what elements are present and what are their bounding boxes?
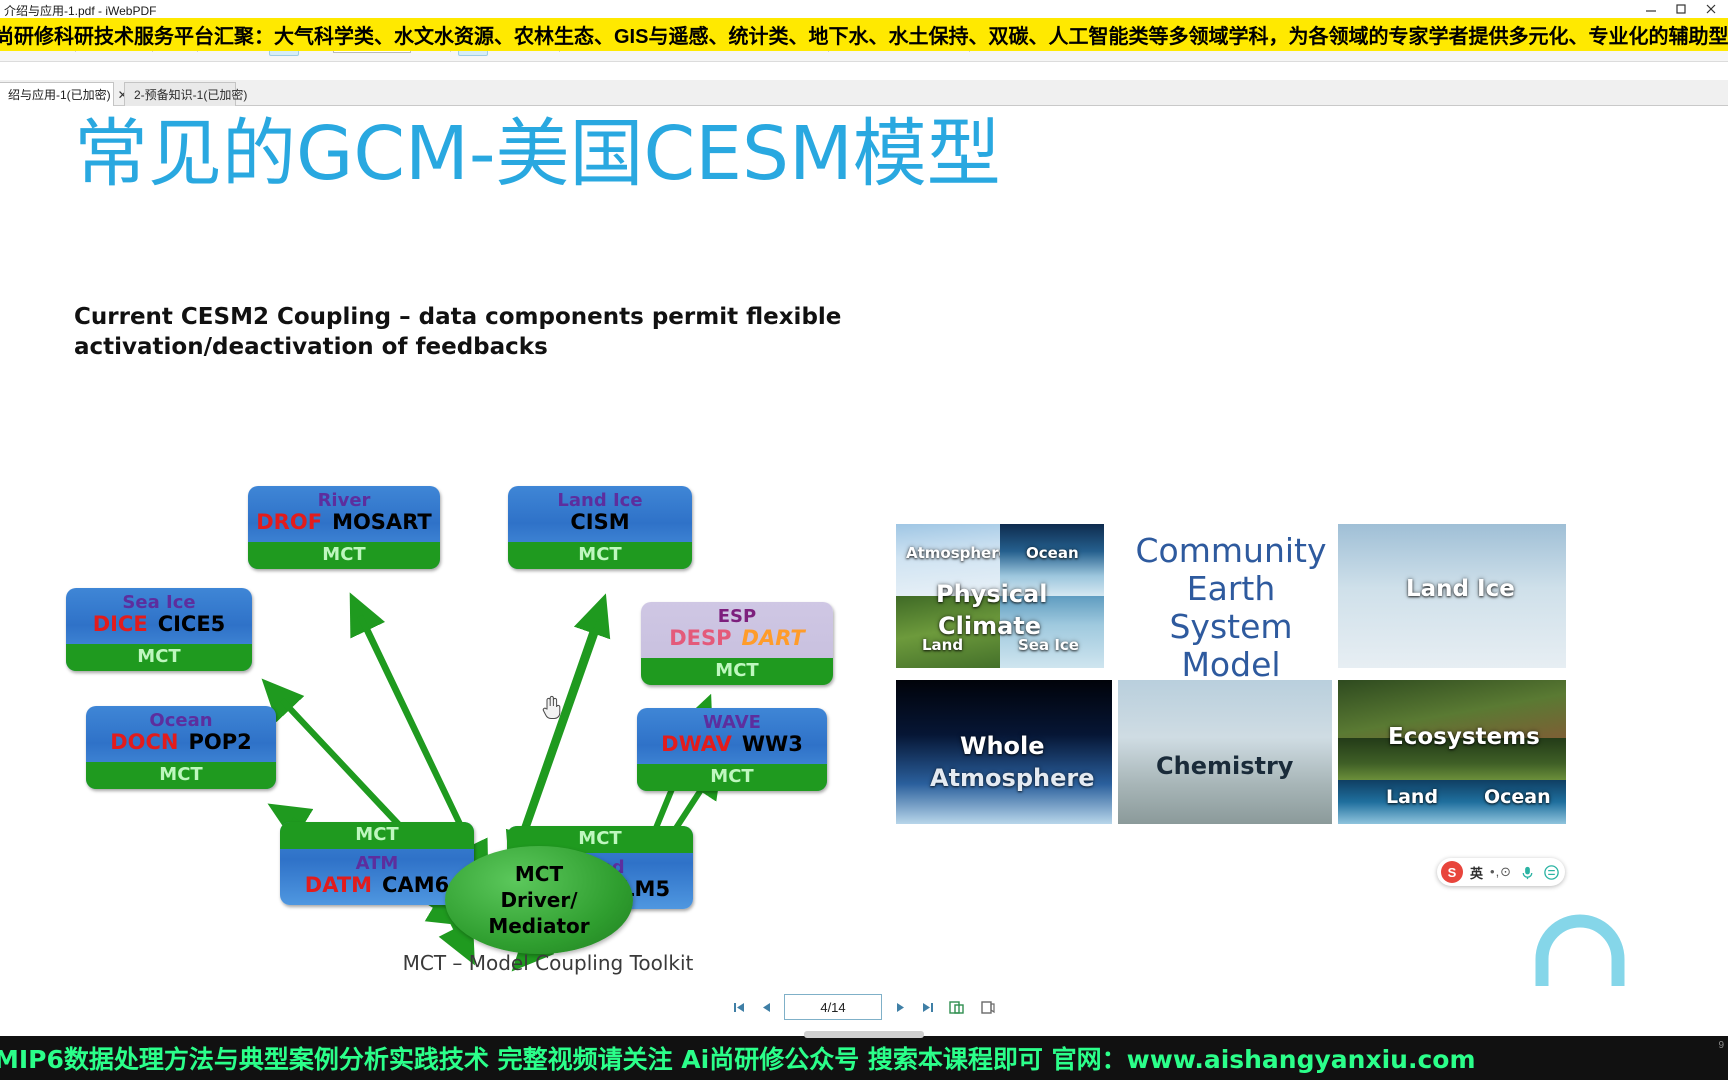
node-river-mct: MCT [248,541,440,569]
ime-mode-label[interactable]: 英 [1470,863,1483,882]
hub-line-1: MCT [514,862,564,886]
node-ocean-active-model: POP2 [188,730,252,755]
node-sea-ice-title: Sea Ice [122,592,196,613]
node-land-ice-active-model: CISM [570,510,630,535]
ime-floating-bar[interactable]: S 英 •,⊙ [1437,858,1565,886]
land-ice-photo-caption: Land Ice [1406,576,1515,602]
node-land-ice: Land Ice CISM MCT [508,486,692,569]
next-page-button[interactable] [891,997,909,1017]
hub-line-2: Driver/ [500,888,578,912]
menu-icon[interactable] [1543,864,1560,881]
ecosystems-photo-caption: Ecosystems [1388,724,1540,750]
minimize-button[interactable] [1636,0,1666,18]
node-esp-active-model: DART [741,626,805,651]
diagram-heading: Current CESM2 Coupling – data components… [74,304,842,360]
node-river: River DROF MOSART MCT [248,486,440,569]
whole-atmosphere-caption-line2: Atmosphere [930,764,1095,792]
ime-dots-icon[interactable]: •,⊙ [1490,864,1512,880]
document-viewport[interactable]: 常见的GCM-美国CESM模型 Current CESM2 Coupling –… [0,106,1728,986]
page-navigation-bar: 4/14 [0,986,1728,1036]
cesm-title-line-2: Earth [1186,569,1276,608]
node-ocean-data-model: DOCN [110,730,179,755]
tab-document-1-label: 绍与应用-1(已加密) [8,88,111,102]
bottom-promo-banner-text: MIP6数据处理方法与典型案例分析实践技术 完整视频请关注 Ai尚研修公众号 搜… [0,1045,1476,1074]
corner-number-label: 9 [1718,1040,1724,1051]
node-river-title: River [317,490,371,511]
node-river-data-model: DROF [256,510,323,535]
document-tabstrip: 绍与应用-1(已加密) ✕ 2-预备知识-1(已加密) [0,80,1728,106]
page-number-input[interactable]: 4/14 [784,994,882,1020]
top-promo-banner-text: 尚研修科研技术服务平台汇聚：大气科学类、水文水资源、农林生态、GIS与遥感、统计… [0,26,1728,48]
node-wave-active-model: WW3 [741,732,803,757]
ecosystems-photo-captions: Ecosystems Land Ocean [1338,680,1566,824]
node-wave-title: WAVE [703,712,761,733]
physical-climate-caption-line2: Climate [938,612,1042,640]
horizontal-scrollbar-thumb[interactable] [804,1031,924,1038]
node-sea-ice-active-model: CICE5 [157,612,226,637]
node-wave-data-model: DWAV [661,732,732,757]
pdf-page: 常见的GCM-美国CESM模型 Current CESM2 Coupling –… [0,106,1728,986]
hub-line-3: Mediator [488,914,590,938]
node-sea-ice: Sea Ice DICE CICE5 MCT [66,588,252,671]
node-ocean-mct: MCT [86,761,276,789]
node-esp-title: ESP [717,606,757,627]
node-sea-ice-data-model: DICE [92,612,148,637]
node-ocean: Ocean DOCN POP2 MCT [86,706,276,789]
mouse-cursor-hand-icon [542,695,561,719]
window-titlebar: 介绍与应用-1.pdf - iWebPDF [0,0,1728,20]
mic-icon[interactable] [1519,864,1536,881]
node-land-ice-mct: MCT [508,541,692,569]
node-atm-data-model: DATM [304,873,373,898]
top-promo-banner: 尚研修科研技术服务平台汇聚：大气科学类、水文水资源、农林生态、GIS与遥感、统计… [0,18,1728,51]
first-page-button[interactable] [730,997,748,1017]
diagram-footer-note: MCT – Model Coupling Toolkit [402,951,694,975]
cesm-title: Community Earth System Model [1128,532,1334,684]
node-esp-data-model: DESP [669,626,732,651]
bottom-promo-banner: MIP6数据处理方法与典型案例分析实践技术 完整视频请关注 Ai尚研修公众号 搜… [0,1036,1728,1080]
window-title: 介绍与应用-1.pdf - iWebPDF [4,4,157,18]
previous-page-button[interactable] [757,997,775,1017]
cesm-title-line-4: Model [1181,645,1281,684]
bookmark-icon[interactable] [976,996,998,1018]
maximize-button[interactable] [1666,0,1696,18]
chemistry-photo: Chemistry [1118,680,1332,824]
window-controls [1636,0,1726,18]
quad-center-caption-group: Physical Climate [896,524,1104,668]
node-wave-mct: MCT [637,763,827,791]
diagram-hub-mct-driver: MCT Driver/ Mediator [445,846,633,954]
land-ice-photo: Land Ice [1338,524,1566,668]
ecosystems-ocean-caption: Ocean [1484,786,1551,808]
last-page-button[interactable] [918,997,936,1017]
thumbnail-icon[interactable] [945,996,967,1018]
chemistry-photo-caption: Chemistry [1156,752,1294,780]
node-atm-mct: MCT [280,822,474,849]
ecosystems-land-caption: Land [1386,786,1439,808]
node-atm-active-model: CAM6 [382,873,450,898]
tab-document-2-label: 2-预备知识-1(已加密) [134,88,248,102]
physical-climate-caption-line1: Physical [936,580,1048,608]
node-atm-title: ATM [355,853,399,874]
node-sea-ice-mct: MCT [66,643,252,671]
application-window: 介绍与应用-1.pdf - iWebPDF 尚研修科研技术服务平台汇聚：大气科学… [0,0,1728,1080]
whole-atmosphere-caption-line1: Whole [960,732,1045,760]
cesm-coupling-diagram: Current CESM2 Coupling – data components… [60,296,900,976]
node-esp-mct: MCT [641,657,833,685]
node-river-active-model: MOSART [332,510,432,535]
tab-document-2[interactable]: 2-预备知识-1(已加密) [124,82,247,106]
whole-atmosphere-photo: Whole Atmosphere [896,680,1112,824]
node-land-ice-title: Land Ice [557,490,643,511]
cesm-title-line-1: Community [1135,531,1327,570]
cesm-image-collage: Atmosphere Ocean Land Sea Ice Physical C… [890,414,1570,854]
sogou-logo-icon[interactable]: S [1441,861,1463,883]
node-wave: WAVE DWAV WW3 MCT [637,708,827,791]
lock-watermark-icon [1535,914,1625,986]
slide-title: 常见的GCM-美国CESM模型 [74,111,1001,197]
tab-document-1[interactable]: 绍与应用-1(已加密) ✕ [0,82,128,106]
node-esp: ESP DESP DART MCT [641,602,833,685]
cesm-title-line-3: System [1169,607,1293,646]
node-ocean-title: Ocean [149,710,213,731]
close-button[interactable] [1696,0,1726,18]
